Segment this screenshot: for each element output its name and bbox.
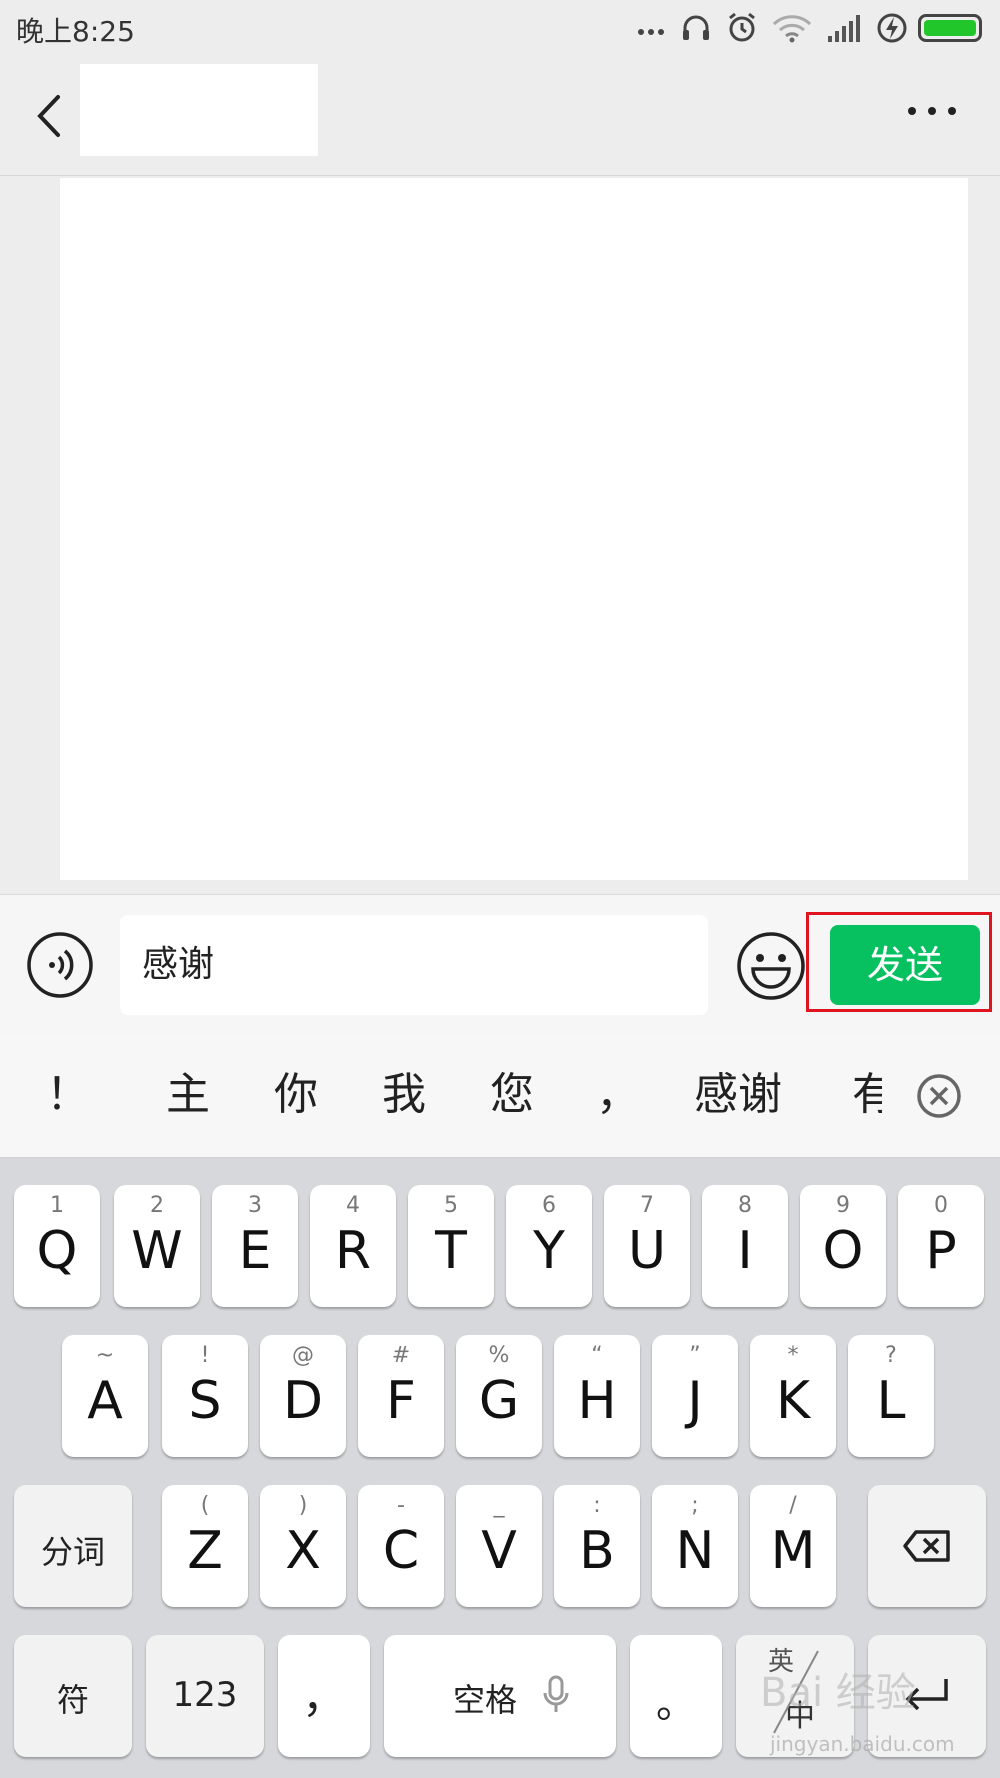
key-f[interactable]: # F [358, 1335, 444, 1457]
candidate-item[interactable]: 感谢 [694, 1065, 782, 1125]
message-content-area [60, 178, 968, 880]
battery-fill [924, 20, 976, 36]
emoji-icon[interactable] [736, 931, 806, 1001]
chat-title-redacted [80, 64, 318, 156]
candidate-item[interactable]: 你 [274, 1065, 318, 1125]
backspace-key[interactable] [868, 1485, 986, 1607]
ime-candidate-bar: ！ 主 你 我 您 ， 感谢 有 [0, 1035, 1000, 1158]
key-m[interactable]: / M [750, 1485, 836, 1607]
key-c[interactable]: -C [358, 1485, 444, 1607]
chat-header [0, 56, 1000, 176]
close-candidates-icon[interactable] [916, 1073, 962, 1119]
key-y[interactable]: 6Y [506, 1185, 592, 1307]
key-k[interactable]: * K [750, 1335, 836, 1457]
backspace-icon [903, 1530, 950, 1562]
more-dots-icon [638, 29, 664, 35]
key-r[interactable]: 4R [310, 1185, 396, 1307]
key-v[interactable]: _ V [456, 1485, 542, 1607]
key-u[interactable]: 7U [604, 1185, 690, 1307]
battery-icon [918, 14, 982, 42]
signal-icon [828, 15, 860, 42]
voice-input-icon[interactable] [26, 931, 94, 999]
microphone-icon [543, 1675, 569, 1712]
key-q[interactable]: 1Q [14, 1185, 100, 1307]
message-input[interactable] [120, 915, 708, 1015]
headset-icon [683, 15, 709, 40]
candidate-item[interactable]: ， [596, 1065, 640, 1125]
numeric-key[interactable]: 123 [146, 1635, 264, 1757]
candidate-item[interactable]: ！ [46, 1065, 90, 1125]
symbol-key[interactable]: 符 [14, 1635, 132, 1757]
key-w[interactable]: 2W [114, 1185, 200, 1307]
chat-input-bar: 发送 [0, 894, 1000, 1036]
candidate-item[interactable]: 我 [382, 1065, 426, 1125]
key-a[interactable]: ~ A [62, 1335, 148, 1457]
key-e[interactable]: 3E [212, 1185, 298, 1307]
key-x[interactable]: ) X [260, 1485, 346, 1607]
key-o[interactable]: 9O [800, 1185, 886, 1307]
key-l[interactable]: ? L [848, 1335, 934, 1457]
watermark-logo: Bai 经验 [760, 1670, 916, 1716]
segment-key[interactable]: 分词 [14, 1485, 132, 1607]
key-s[interactable]: ! S [162, 1335, 248, 1457]
key-j[interactable]: ” J [652, 1335, 738, 1457]
key-n[interactable]: ; N [652, 1485, 738, 1607]
chevron-left-icon[interactable] [30, 91, 70, 141]
key-b[interactable]: :B [554, 1485, 640, 1607]
alarm-icon [729, 12, 755, 42]
key-t[interactable]: 5T [408, 1185, 494, 1307]
more-horizontal-icon[interactable] [902, 96, 962, 126]
key-p[interactable]: 0P [898, 1185, 984, 1307]
key-h[interactable]: “H [554, 1335, 640, 1457]
candidate-item[interactable]: 有 [852, 1065, 882, 1125]
key-z[interactable]: (Z [162, 1485, 248, 1607]
wifi-icon [772, 15, 812, 43]
charging-icon [877, 13, 907, 43]
watermark-url: jingyan.baidu.com [770, 1732, 955, 1756]
key-g[interactable]: % G [456, 1335, 542, 1457]
status-bar: 晚上8:25 [0, 0, 1000, 56]
candidate-item[interactable]: 您 [490, 1065, 534, 1125]
status-time: 晚上8:25 [16, 15, 135, 48]
send-button[interactable]: 发送 [830, 925, 980, 1005]
candidate-item[interactable]: 主 [166, 1065, 210, 1125]
space-key[interactable]: 空格 [384, 1635, 616, 1757]
key-d[interactable]: @ D [260, 1335, 346, 1457]
header-divider [0, 175, 1000, 176]
key-i[interactable]: 8I [702, 1185, 788, 1307]
